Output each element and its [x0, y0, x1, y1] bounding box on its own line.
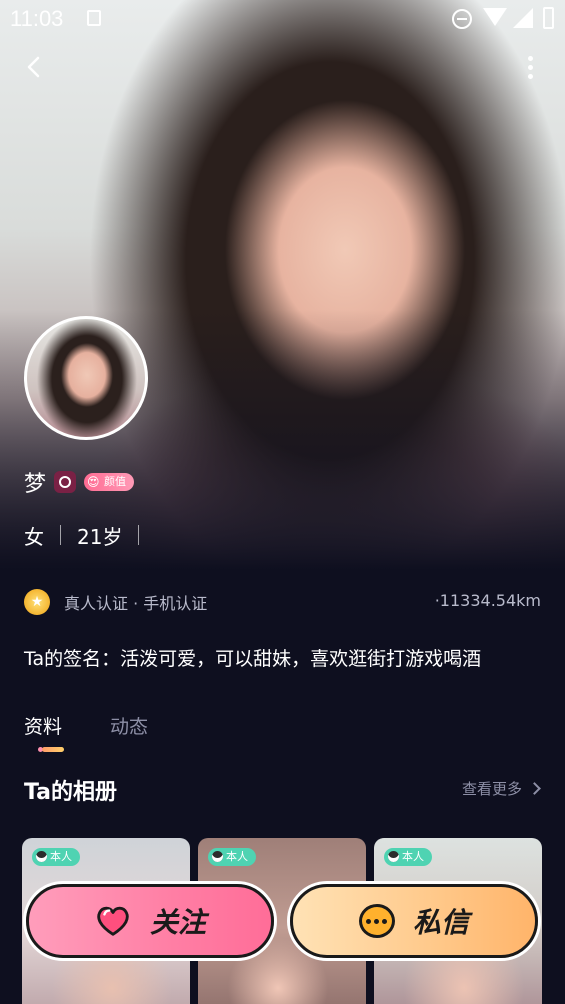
self-photo-tag: 本人	[384, 848, 432, 866]
signal-icon	[513, 8, 533, 28]
wifi-icon	[483, 8, 507, 26]
verification-row: ★ 真人认证 · 手机认证	[24, 588, 207, 616]
signature-text: Ta的签名：活泼可爱，可以甜妹，喜欢逛街打游戏喝酒	[24, 648, 482, 670]
appearance-badge: 颜值	[84, 473, 135, 491]
chat-bubble-icon	[358, 904, 395, 938]
follow-button[interactable]: 关注	[26, 884, 274, 958]
album-more-link[interactable]: 查看更多	[461, 778, 541, 799]
album-more-label: 查看更多	[461, 780, 522, 798]
chevron-left-icon	[27, 56, 40, 78]
follow-label: 关注	[149, 906, 206, 939]
verification-text: 真人认证 · 手机认证	[64, 594, 208, 613]
tab-moments[interactable]: 动态	[110, 712, 148, 752]
name-row: 梦 颜值	[24, 466, 135, 498]
more-dot-icon	[527, 64, 533, 70]
more-dot-icon	[527, 55, 533, 61]
more-dot-icon	[527, 73, 533, 79]
distance-text: ·11334.54km	[434, 591, 541, 610]
battery-icon	[543, 7, 554, 29]
divider	[138, 525, 140, 545]
user-gender: 女	[24, 524, 44, 549]
search-badge-icon	[54, 471, 77, 493]
user-age: 21岁	[77, 524, 123, 549]
divider	[60, 525, 61, 545]
verified-medal-icon: ★	[24, 589, 50, 615]
self-photo-tag: 本人	[208, 848, 256, 866]
message-label: 私信	[412, 906, 469, 939]
more-options-button[interactable]	[518, 52, 542, 82]
profile-tabs: 资料 动态	[24, 712, 148, 752]
message-button[interactable]: 私信	[290, 884, 538, 958]
status-time: 11:03	[10, 6, 64, 31]
user-name: 梦	[24, 472, 47, 497]
back-button[interactable]	[20, 52, 50, 82]
status-bar: 11:03	[0, 0, 565, 38]
notification-icon	[87, 10, 101, 26]
do-not-disturb-icon	[452, 9, 472, 29]
self-photo-tag: 本人	[32, 848, 80, 866]
chevron-right-icon	[528, 782, 541, 795]
tab-info[interactable]: 资料	[24, 712, 65, 752]
avatar[interactable]	[24, 316, 148, 440]
album-title: Ta的相册	[24, 780, 118, 805]
heart-icon	[97, 906, 129, 936]
user-meta: 女 21岁	[24, 520, 155, 550]
